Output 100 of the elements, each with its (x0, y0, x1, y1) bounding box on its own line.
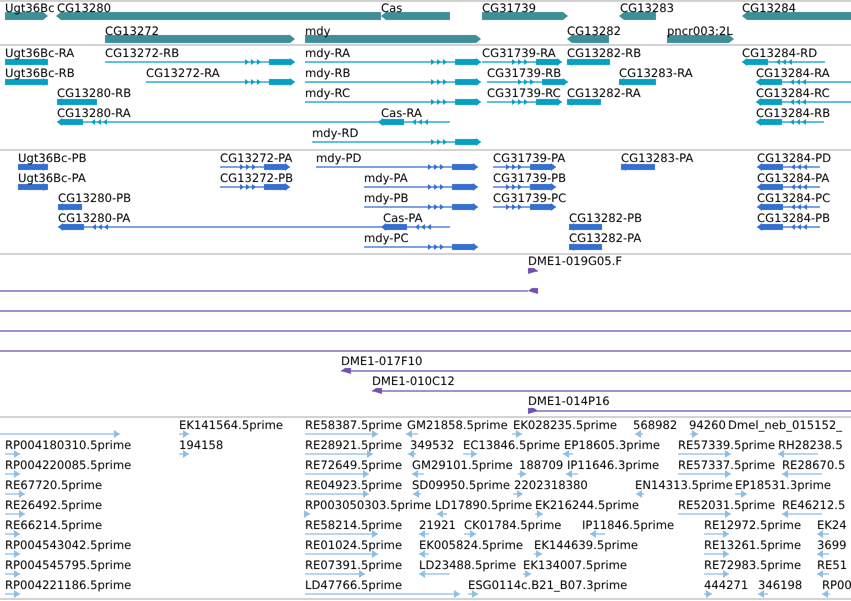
feature-label: mdy-PC (364, 231, 409, 245)
feature-label: GM29101.5prime (412, 458, 513, 472)
feature-label: CG13284-RA (756, 66, 830, 80)
feature-label: Ugt36Bc-RA (5, 46, 74, 60)
feature-label: DME1-014P16 (528, 394, 610, 408)
feature-label: RE72983.5prime (704, 558, 802, 572)
feature-label: RP003050303.5prime (305, 498, 432, 512)
feature-label: RP004180310.5prime (5, 438, 132, 452)
feature-label: RE52031.5prime (678, 498, 776, 512)
feature-label: RH28238.5 (778, 438, 843, 452)
feature-label: LD17890.5prime (435, 498, 532, 512)
feature-label: Ugt36Bc-RB (5, 66, 75, 80)
feature-label: CG13282-PB (569, 211, 642, 225)
feature-label: EP18605.3prime (564, 438, 660, 452)
feature-label: CG13282-RB (567, 46, 642, 60)
feature-label: ESG0114c.B21_B07.3prime (468, 578, 628, 592)
feature-label: EC13846.5prime (463, 438, 560, 452)
feature-label: DME1-010C12 (372, 374, 455, 388)
feature-label: Cas (381, 1, 402, 15)
feature-label: RE58387.5prime (305, 418, 402, 432)
feature-label: RE58214.5prime (305, 518, 402, 532)
feature-label: CG13283 (620, 1, 674, 15)
feature-label: Ugt36Bc-PA (18, 171, 86, 185)
feature-label: EK005824.5prime (419, 538, 524, 552)
feature-label: mdy-PD (316, 151, 362, 165)
feature-label: CG31739-PA (493, 151, 566, 165)
feature-label: RE26492.5prime (5, 498, 102, 512)
feature-label: EK24 (817, 518, 847, 532)
feature-label: CK01784.5prime (464, 518, 562, 532)
feature-label: CG31739-RC (487, 86, 561, 100)
feature-label: CG13284-RD (742, 46, 818, 60)
feature-label: CG13280-RB (57, 86, 132, 100)
feature-label: CG13284-RB (756, 106, 830, 120)
feature-label: CG13282-RA (567, 86, 641, 100)
feature-label: EK216244.5prime (535, 498, 640, 512)
feature-label: RP004543042.5prime (5, 538, 132, 552)
feature-label: RE13261.5prime (704, 538, 802, 552)
feature-label: 94260 (689, 418, 726, 432)
feature-label: 346198 (758, 578, 802, 592)
feature-label: EK134007.5prime (523, 558, 628, 572)
feature-label: RE04923.5prime (305, 478, 402, 492)
feature-label: 568982 (633, 418, 678, 432)
feature-label: CG31739-PC (493, 191, 566, 205)
feature-label: EK028235.5prime (513, 418, 618, 432)
feature-label: mdy-RC (305, 86, 350, 100)
feature-label: mdy-PA (364, 171, 408, 185)
feature-label: RE57337.5prime (678, 458, 776, 472)
feature-label: RP004545795.5prime (5, 558, 132, 572)
feature-label: RE51 (817, 558, 848, 572)
feature-label: Ugt36Bc-PB (18, 151, 87, 165)
feature-label: CG13272-RB (105, 46, 180, 60)
feature-label: 2202318380 (514, 478, 588, 492)
feature-label: EK144639.5prime (534, 538, 638, 552)
feature-label: LD47766.5prime (305, 578, 402, 592)
feature-label: CG13272-RA (146, 66, 220, 80)
feature-label: mdy-RD (312, 126, 358, 140)
feature-label: CG31739-PB (493, 171, 566, 185)
feature-label: CG31739 (482, 1, 536, 15)
feature-label: RE12972.5prime (704, 518, 802, 532)
feature-label: Dmel_neb_015152_ (728, 418, 842, 432)
feature-label: RP004221186.5prime (5, 578, 132, 592)
feature-label: Cas-PA (383, 211, 423, 225)
feature-label: CG13284-RC (756, 86, 830, 100)
feature-label: 188709 (519, 458, 564, 472)
feature-label: CG13284-PC (757, 191, 830, 205)
feature-label: DME1-017F10 (341, 354, 422, 368)
feature-label: CG13272-PA (220, 151, 292, 165)
feature-label: EN14313.5prime (635, 478, 733, 492)
feature-label: Ugt36Bc (5, 1, 54, 15)
feature-label: RE67720.5prime (5, 478, 102, 492)
feature-label: mdy-RB (305, 66, 351, 80)
feature-label: 194158 (179, 438, 224, 452)
feature-label: CG31739-RB (487, 66, 562, 80)
feature-label: Cas-RA (381, 106, 422, 120)
feature-label: CG31739-RA (482, 46, 556, 60)
feature-label: RE72649.5prime (305, 458, 402, 472)
feature-label: SD09950.5prime (412, 478, 510, 492)
feature-label: CG13282-PA (569, 231, 642, 245)
feature-label: mdy-PB (364, 191, 408, 205)
feature-label: IP11646.3prime (567, 458, 660, 472)
feature-label: RE66214.5prime (5, 518, 102, 532)
feature-label: RP004220085.5prime (5, 458, 132, 472)
feature-label: IP11846.5prime (582, 518, 674, 532)
feature-label: RE07391.5prime (305, 558, 402, 572)
feature-label: CG13283-RA (619, 66, 693, 80)
feature-label: RE46212.5 (782, 498, 846, 512)
feature-label: CG13280-RA (57, 106, 131, 120)
feature-label: CG13280 (57, 1, 111, 15)
feature-label: 3699 (817, 538, 847, 552)
feature-label: 349532 (410, 438, 454, 452)
feature-label: CG13283-PA (621, 151, 694, 165)
feature-label: RE28921.5prime (305, 438, 402, 452)
feature-label: 21921 (419, 518, 456, 532)
feature-label: RE57339.5prime (678, 438, 776, 452)
feature-label: CG13280-PB (58, 191, 132, 205)
feature-label: CG13284-PA (757, 171, 830, 185)
feature-label: DME1-019G05.F (528, 254, 622, 268)
feature-label: CG13284 (742, 1, 796, 15)
feature-label: EP18531.3prime (735, 478, 832, 492)
feature-label: RE28670.5 (782, 458, 846, 472)
